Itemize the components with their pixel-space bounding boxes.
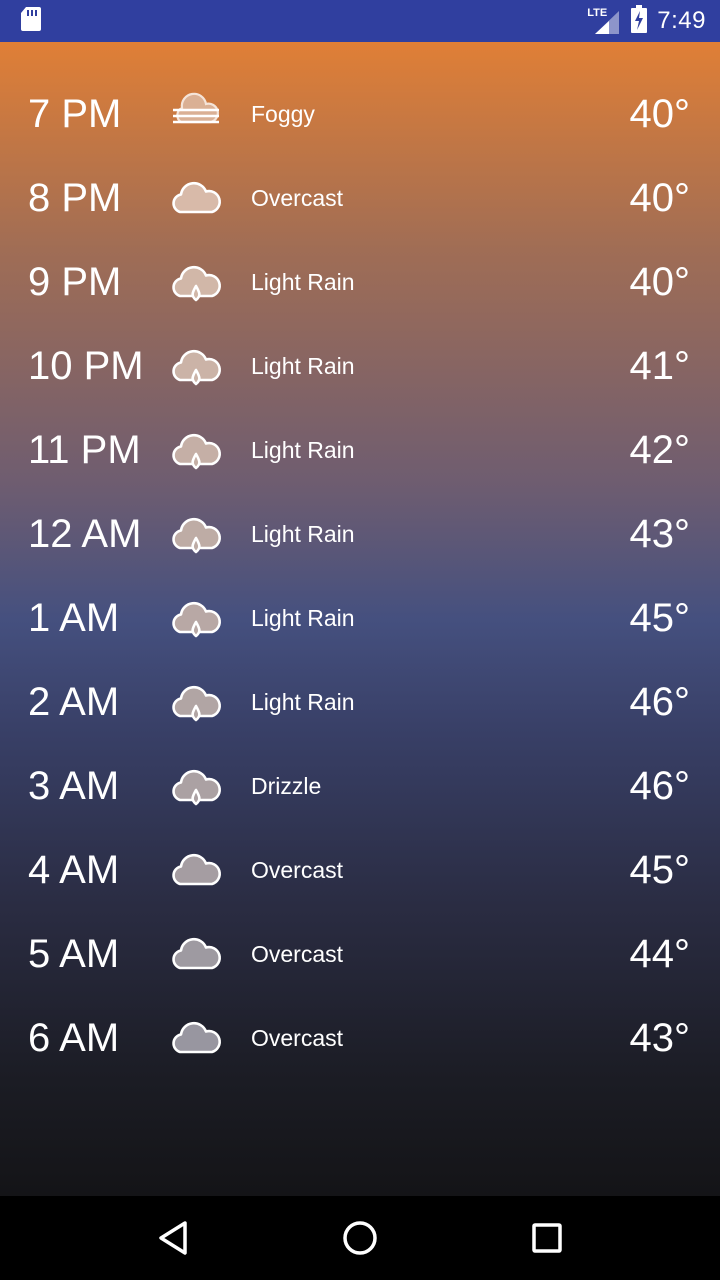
hour-condition: Light Rain [251,352,355,379]
rain-cloud-icon [168,596,224,640]
rain-cloud-icon [168,680,224,724]
hour-time: 11 PM [28,427,141,472]
back-icon [159,1221,188,1255]
hour-condition: Light Rain [251,268,355,295]
home-icon [343,1221,377,1255]
hour-time: 4 AM [28,847,120,892]
sd-card-icon [20,6,42,37]
hour-temperature: 42° [629,427,691,472]
hour-row[interactable]: 3 AM Drizzle 46° [0,744,720,828]
status-bar: LTE 7:49 [0,0,720,42]
battery-charging-icon [631,4,648,38]
hour-time: 12 AM [28,511,142,556]
hour-temperature: 41° [629,343,691,388]
hour-condition: Light Rain [251,520,355,547]
hour-temperature: 43° [629,511,691,556]
hour-condition: Overcast [251,184,344,211]
hour-row[interactable]: 1 AM Light Rain 45° [0,576,720,660]
rain-cloud-icon [168,512,224,556]
hour-condition: Foggy [251,100,315,127]
hour-row[interactable]: 6 AM Overcast 43° [0,996,720,1080]
hour-time: 6 AM [28,1015,120,1060]
rain-cloud-icon [168,344,224,388]
hour-row[interactable]: 11 PM Light Rain 42° [0,408,720,492]
cloud-icon [168,1016,224,1060]
rain-cloud-icon [168,428,224,472]
hour-temperature: 43° [629,1015,691,1060]
hour-row[interactable]: 5 AM Overcast 44° [0,912,720,996]
cloud-icon [168,932,224,976]
hour-temperature: 40° [629,175,691,220]
hour-condition: Drizzle [251,772,322,799]
hour-row[interactable]: 8 PM Overcast 40° [0,156,720,240]
hour-condition: Overcast [251,1024,344,1051]
hour-temperature: 44° [629,931,691,976]
navigation-bar [0,1196,720,1280]
hour-time: 5 AM [28,931,120,976]
hour-condition: Overcast [251,856,344,883]
hour-time: 10 PM [28,343,144,388]
hour-row[interactable]: 2 AM Light Rain 46° [0,660,720,744]
hour-temperature: 45° [629,595,691,640]
hour-row[interactable]: 12 AM Light Rain 43° [0,492,720,576]
hourly-forecast-list[interactable]: 7 PM Foggy 40° 8 PM Overcast 40° 9 PM Li… [0,42,720,1196]
hour-time: 8 PM [28,175,122,220]
rain-cloud-icon [168,260,224,304]
hour-time: 3 AM [28,763,120,808]
cloud-icon [168,848,224,892]
fog-icon [168,92,224,136]
hour-row[interactable]: 4 AM Overcast 45° [0,828,720,912]
recents-icon [531,1223,562,1253]
hour-row[interactable]: 7 PM Foggy 40° [0,72,720,156]
hour-time: 7 PM [28,91,122,136]
cloud-icon [168,176,224,220]
hour-temperature: 40° [629,259,691,304]
back-button[interactable] [143,1208,203,1268]
rain-cloud-icon [168,764,224,808]
hour-condition: Light Rain [251,688,355,715]
hour-row[interactable]: 10 PM Light Rain 41° [0,324,720,408]
hour-time: 1 AM [28,595,120,640]
hour-temperature: 40° [629,91,691,136]
hour-temperature: 46° [629,679,691,724]
hour-condition: Light Rain [251,436,355,463]
recents-button[interactable] [517,1208,577,1268]
hour-time: 9 PM [28,259,122,304]
lte-signal-icon: LTE [587,7,621,35]
status-time: 7:49 [657,7,706,34]
home-button[interactable] [330,1208,390,1268]
hour-temperature: 46° [629,763,691,808]
hour-condition: Light Rain [251,604,355,631]
hour-row[interactable]: 9 PM Light Rain 40° [0,240,720,324]
hour-time: 2 AM [28,679,120,724]
hour-temperature: 45° [629,847,691,892]
hour-condition: Overcast [251,940,344,967]
